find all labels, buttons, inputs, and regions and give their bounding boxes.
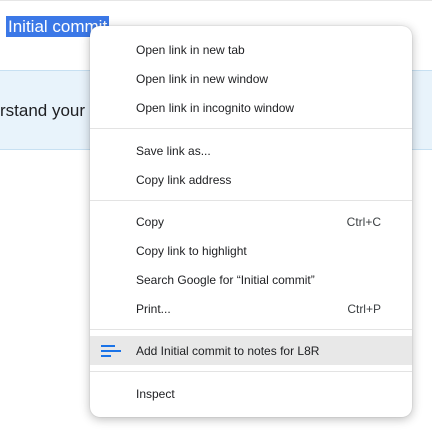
menu-item-open-new-tab[interactable]: Open link in new tab [90,35,412,64]
menu-item-open-incognito[interactable]: Open link in incognito window [90,93,412,122]
menu-item-inspect[interactable]: Inspect [90,379,412,408]
menu-item-label: Save link as... [136,143,211,158]
menu-item-label: Copy link to highlight [136,243,247,258]
context-menu: Open link in new tab Open link in new wi… [90,26,412,417]
menu-item-copy-link-address[interactable]: Copy link address [90,165,412,194]
menu-item-label: Open link in new tab [136,42,245,57]
menu-item-search-google[interactable]: Search Google for “Initial commit” [90,265,412,294]
menu-item-label: Open link in new window [136,71,269,86]
print-shortcut: Ctrl+P [347,301,381,316]
top-divider [0,0,432,1]
menu-item-label: Copy link address [136,172,232,187]
copy-shortcut: Ctrl+C [346,214,381,229]
menu-item-copy[interactable]: Copy Ctrl+C [90,207,412,236]
menu-item-open-new-window[interactable]: Open link in new window [90,64,412,93]
menu-separator [90,200,412,201]
menu-item-label: Print... [136,301,171,316]
menu-item-label: Open link in incognito window [136,100,295,115]
menu-item-print[interactable]: Print... Ctrl+P [90,294,412,323]
menu-item-label: Inspect [136,386,175,401]
menu-item-add-to-notes[interactable]: Add Initial commit to notes for L8R [90,336,412,365]
menu-item-save-link-as[interactable]: Save link as... [90,136,412,165]
banner-text: rstand your [0,101,86,120]
menu-item-label: Copy [136,214,165,229]
menu-item-label: Add Initial commit to notes for L8R [136,343,320,358]
notes-lines-icon [101,345,121,357]
menu-item-label: Search Google for “Initial commit” [136,272,315,287]
menu-separator [90,371,412,372]
menu-separator [90,329,412,330]
menu-separator [90,128,412,129]
menu-item-copy-link-to-highlight[interactable]: Copy link to highlight [90,236,412,265]
